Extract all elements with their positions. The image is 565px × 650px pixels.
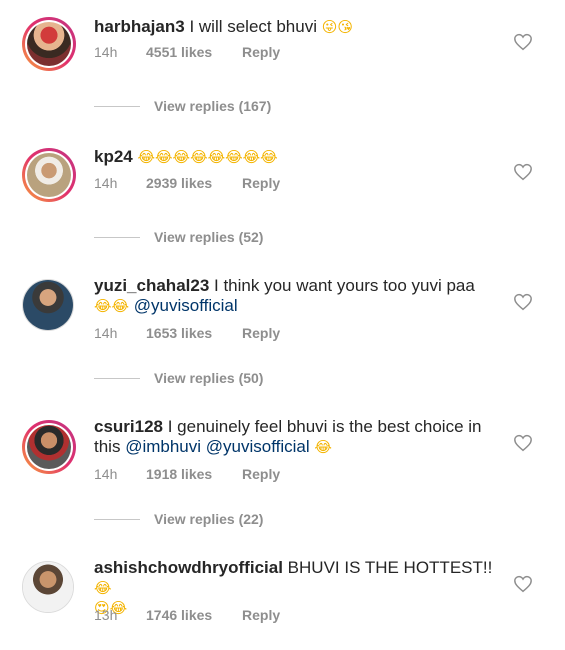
likes-count[interactable]: 1653 likes — [146, 325, 212, 341]
avatar[interactable] — [22, 561, 74, 613]
comment-text: harbhajan3 I will select bhuvi 😜😘 — [94, 17, 504, 37]
comment-username[interactable]: csuri128 — [94, 417, 163, 436]
replies-divider — [94, 378, 140, 379]
heart-outline-icon[interactable] — [513, 434, 533, 452]
mention-link[interactable]: @yuvisofficial — [134, 296, 238, 315]
view-replies-label[interactable]: View replies (52) — [154, 229, 263, 245]
comment-username[interactable]: ashishchowdhryofficial — [94, 558, 283, 577]
comment-time: 14h — [94, 175, 118, 191]
replies-divider — [94, 106, 140, 107]
likes-count[interactable]: 1746 likes — [146, 607, 212, 623]
comment-time: 14h — [94, 44, 118, 60]
avatar[interactable] — [22, 148, 76, 202]
replies-divider — [94, 237, 140, 238]
likes-count[interactable]: 4551 likes — [146, 44, 212, 60]
comment-text: csuri128 I genuinely feel bhuvi is the b… — [94, 417, 504, 457]
heart-outline-icon[interactable] — [513, 33, 533, 51]
heart-outline-icon[interactable] — [513, 293, 533, 311]
emoji: 😂 — [314, 438, 332, 456]
comment-text: yuzi_chahal23 I think you want yours too… — [94, 276, 504, 316]
avatar[interactable] — [22, 17, 76, 71]
emoji: 😂😂😂😂😂😂😂😂 — [137, 148, 278, 166]
reply-button[interactable]: Reply — [242, 175, 280, 191]
view-replies-label[interactable]: View replies (167) — [154, 98, 271, 114]
comment-username[interactable]: harbhajan3 — [94, 17, 185, 36]
view-replies-label[interactable]: View replies (50) — [154, 370, 263, 386]
likes-count[interactable]: 2939 likes — [146, 175, 212, 191]
reply-button[interactable]: Reply — [242, 466, 280, 482]
emoji: 😜😘 — [321, 18, 354, 36]
comment-body: BHUVI IS THE HOTTEST!! — [287, 558, 493, 577]
mention-link[interactable]: @imbhuvi — [125, 437, 201, 456]
replies-divider — [94, 519, 140, 520]
comment-username[interactable]: kp24 — [94, 147, 133, 166]
comment-body: I think you want yours too yuvi paa — [214, 276, 475, 295]
avatar[interactable] — [22, 420, 76, 474]
reply-button[interactable]: Reply — [242, 44, 280, 60]
reply-button[interactable]: Reply — [242, 325, 280, 341]
heart-outline-icon[interactable] — [513, 575, 533, 593]
comment-text: kp24 😂😂😂😂😂😂😂😂 — [94, 147, 504, 167]
comment-time: 14h — [94, 325, 118, 341]
likes-count[interactable]: 1918 likes — [146, 466, 212, 482]
comment-time: 14h — [94, 466, 118, 482]
reply-button[interactable]: Reply — [242, 607, 280, 623]
emoji: 😂😂 — [94, 297, 130, 315]
comment-time: 13h — [94, 607, 118, 623]
heart-outline-icon[interactable] — [513, 163, 533, 181]
comment-username[interactable]: yuzi_chahal23 — [94, 276, 209, 295]
emoji: 😂 — [94, 579, 112, 597]
avatar[interactable] — [22, 279, 74, 331]
view-replies-label[interactable]: View replies (22) — [154, 511, 263, 527]
comment-body: I will select bhuvi — [189, 17, 317, 36]
mention-link[interactable]: @yuvisofficial — [206, 437, 310, 456]
